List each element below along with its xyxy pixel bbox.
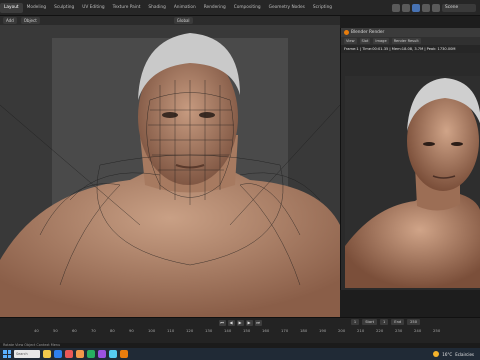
taskbar-app-firefox-icon[interactable] bbox=[65, 350, 73, 358]
tick-label: 100 bbox=[148, 328, 156, 333]
os-taskbar: Search 16°C Eclaircies bbox=[0, 348, 480, 360]
taskbar-app-photos-icon[interactable] bbox=[98, 350, 106, 358]
weather-temp: 16°C bbox=[442, 351, 453, 357]
right-eye bbox=[199, 112, 215, 118]
jump-end-button[interactable]: ⏭ bbox=[254, 319, 262, 326]
render-toolbar: View Slot Image Render Result bbox=[341, 37, 480, 45]
tick-label: 160 bbox=[262, 328, 270, 333]
taskbar-app-edge-icon[interactable] bbox=[54, 350, 62, 358]
tick-label: 60 bbox=[72, 328, 77, 333]
3d-viewport[interactable] bbox=[0, 25, 340, 317]
object-menu[interactable]: Object bbox=[20, 17, 40, 24]
tab-shading[interactable]: Shading bbox=[144, 3, 169, 13]
transform-orientation[interactable]: Global bbox=[173, 17, 193, 24]
shading-material-icon[interactable] bbox=[422, 3, 430, 12]
jump-start-button[interactable]: ⏮ bbox=[218, 319, 226, 326]
tick-label: 220 bbox=[376, 328, 384, 333]
render-slot-menu[interactable]: Slot bbox=[359, 38, 371, 44]
tab-texture-paint[interactable]: Texture Paint bbox=[109, 3, 145, 13]
frame-ruler[interactable]: 40 50 60 70 80 90 100 110 120 130 140 15… bbox=[0, 328, 480, 335]
sun-icon bbox=[433, 351, 440, 357]
tab-animation[interactable]: Animation bbox=[170, 3, 200, 13]
taskbar-app-chrome-icon[interactable] bbox=[76, 350, 84, 358]
weather-widget[interactable]: 16°C Eclaircies bbox=[433, 351, 474, 357]
snap-icon[interactable] bbox=[392, 3, 400, 12]
render-window-titlebar: Blender Render bbox=[341, 28, 480, 37]
prev-keyframe-button[interactable]: ◀ bbox=[227, 319, 235, 326]
tab-geometry-nodes[interactable]: Geometry Nodes bbox=[265, 3, 309, 13]
top-menu-bar: Layout Modeling Sculpting UV Editing Tex… bbox=[0, 0, 480, 16]
start-frame-field[interactable]: 1 bbox=[380, 319, 389, 325]
render-image-menu[interactable]: Image bbox=[373, 38, 389, 44]
frame-fields: 1 Start 1 End 250 bbox=[350, 319, 420, 325]
character-model bbox=[0, 33, 340, 317]
tick-label: 210 bbox=[357, 328, 365, 333]
tick-label: 200 bbox=[338, 328, 346, 333]
render-result-image bbox=[345, 76, 480, 288]
taskbar-app-store-icon[interactable] bbox=[87, 350, 95, 358]
proportional-icon[interactable] bbox=[402, 3, 410, 12]
top-right-controls: Scene bbox=[392, 3, 480, 12]
tick-label: 40 bbox=[34, 328, 39, 333]
render-window: Blender Render View Slot Image Render Re… bbox=[340, 28, 480, 290]
end-frame-field[interactable]: 250 bbox=[407, 319, 420, 325]
weather-desc: Eclaircies bbox=[455, 351, 474, 357]
current-frame-field[interactable]: 1 bbox=[350, 319, 360, 325]
tick-label: 250 bbox=[433, 328, 441, 333]
render-view-menu[interactable]: View bbox=[344, 38, 357, 44]
tick-label: 190 bbox=[319, 328, 327, 333]
tick-label: 70 bbox=[91, 328, 96, 333]
tick-label: 180 bbox=[300, 328, 308, 333]
blender-logo-icon bbox=[344, 30, 349, 35]
tab-layout[interactable]: Layout bbox=[0, 2, 23, 13]
add-menu[interactable]: Add bbox=[3, 17, 17, 24]
taskbar-app-blender-icon[interactable] bbox=[120, 350, 128, 358]
tab-compositing[interactable]: Compositing bbox=[230, 3, 265, 13]
tick-label: 150 bbox=[243, 328, 251, 333]
taskbar-app-mail-icon[interactable] bbox=[109, 350, 117, 358]
tab-rendering[interactable]: Rendering bbox=[200, 3, 230, 13]
next-keyframe-button[interactable]: ▶ bbox=[245, 319, 253, 326]
tab-sculpting[interactable]: Sculpting bbox=[50, 3, 78, 13]
start-icon[interactable] bbox=[3, 350, 11, 358]
tick-label: 120 bbox=[186, 328, 194, 333]
tick-label: 110 bbox=[167, 328, 175, 333]
render-info: Frame:1 | Time:00:01.35 | Mem:18.08, 3.7… bbox=[341, 45, 480, 53]
tick-label: 240 bbox=[414, 328, 422, 333]
render-window-title: Blender Render bbox=[351, 30, 385, 35]
taskbar-app-explorer-icon[interactable] bbox=[43, 350, 51, 358]
tick-label: 130 bbox=[205, 328, 213, 333]
timeline: ⏮ ◀ ▶ ▶ ⏭ 1 Start 1 End 250 40 50 60 70 … bbox=[0, 317, 480, 343]
shading-solid-icon[interactable] bbox=[412, 3, 420, 12]
shading-rendered-icon[interactable] bbox=[432, 3, 440, 12]
tick-label: 170 bbox=[281, 328, 289, 333]
tick-label: 90 bbox=[129, 328, 134, 333]
tick-label: 230 bbox=[395, 328, 403, 333]
render-result-selector[interactable]: Render Result bbox=[391, 38, 421, 44]
tab-modeling[interactable]: Modeling bbox=[23, 3, 51, 13]
tick-label: 80 bbox=[110, 328, 115, 333]
start-label: Start bbox=[362, 319, 377, 325]
tick-label: 140 bbox=[224, 328, 232, 333]
taskbar-search[interactable]: Search bbox=[14, 350, 40, 358]
viewport-header: Add Object Global bbox=[0, 16, 340, 25]
left-eye bbox=[162, 112, 178, 118]
scene-selector[interactable]: Scene bbox=[442, 3, 476, 12]
tick-label: 50 bbox=[53, 328, 58, 333]
play-button[interactable]: ▶ bbox=[236, 319, 244, 326]
end-label: End bbox=[391, 319, 405, 325]
tab-scripting[interactable]: Scripting bbox=[309, 3, 336, 13]
tab-uv-editing[interactable]: UV Editing bbox=[78, 3, 108, 13]
